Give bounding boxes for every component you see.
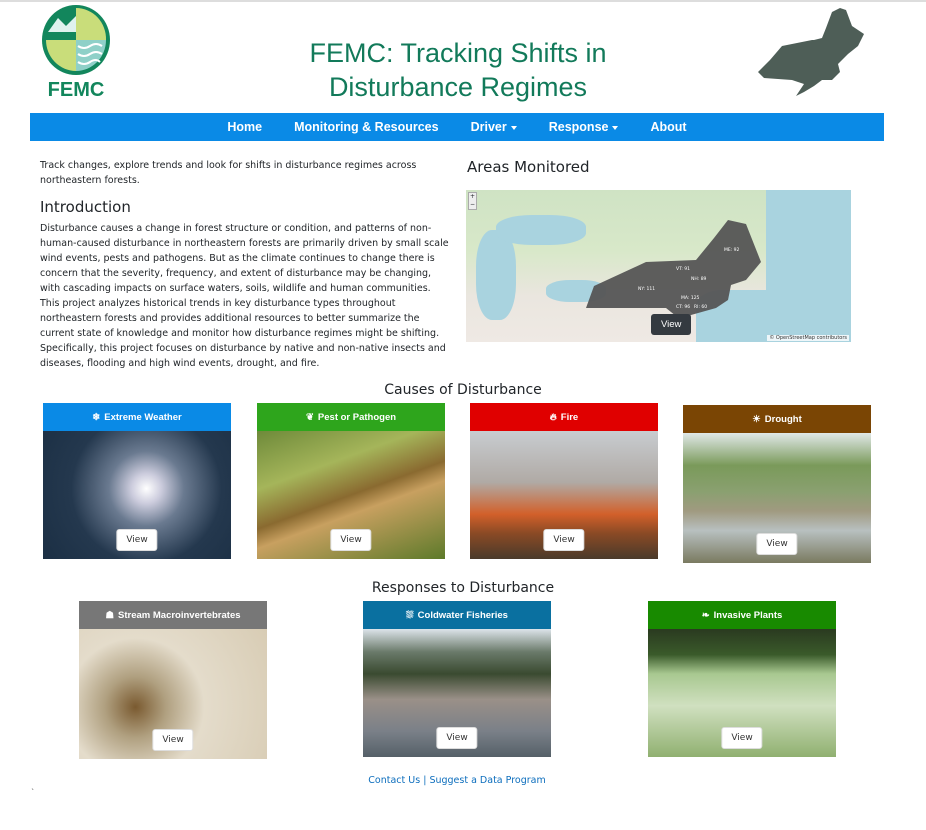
northeast-region-map-icon — [758, 8, 864, 96]
card-title: Extreme Weather — [104, 411, 182, 423]
map-view-button[interactable]: View — [651, 314, 692, 335]
view-button[interactable]: View — [116, 529, 158, 551]
nav-home[interactable]: Home — [211, 120, 278, 134]
areas-map[interactable]: ME: 92 VT: 91 NH: 89 NY: 111 MA: 125 CT:… — [466, 190, 851, 342]
nav-about[interactable]: About — [634, 120, 702, 134]
nav-monitoring-resources[interactable]: Monitoring & Resources — [278, 120, 454, 134]
card-title: Stream Macroinvertebrates — [118, 609, 241, 621]
card-stream-macroinvertebrates[interactable]: ☗ Stream Macroinvertebrates View — [79, 601, 267, 759]
nav-response-label: Response — [548, 120, 609, 134]
footer: Contact Us | Suggest a Data Program — [0, 775, 914, 786]
intro-heading: Introduction — [40, 198, 131, 216]
sprout-icon: ❧ — [701, 609, 710, 621]
view-button[interactable]: View — [756, 533, 798, 555]
card-fire[interactable]: 🔥︎ Fire View — [470, 403, 658, 559]
state-label: NH: 89 — [691, 277, 707, 282]
snowflake-icon: ❄ — [92, 411, 101, 423]
state-label: CT: 96 — [676, 305, 691, 310]
river-image: View — [363, 629, 551, 757]
map-attribution[interactable]: © OpenStreetMap contributors — [767, 335, 849, 341]
nav-driver-label: Driver — [470, 120, 507, 134]
leaf-bug-icon: ❦ — [305, 411, 314, 423]
view-button[interactable]: View — [721, 727, 763, 749]
view-button[interactable]: View — [152, 729, 194, 751]
card-invasive-plants[interactable]: ❧ Invasive Plants View — [648, 601, 836, 757]
causes-heading: Causes of Disturbance — [384, 382, 542, 398]
stray-character: ` — [31, 788, 35, 797]
card-title: Pest or Pathogen — [317, 411, 397, 423]
map-zoom-control[interactable]: + − — [468, 192, 477, 210]
view-button[interactable]: View — [330, 529, 372, 551]
nav-response-dropdown[interactable]: Response — [533, 120, 635, 134]
card-pest-or-pathogen[interactable]: ❦ Pest or Pathogen View — [257, 403, 445, 559]
caterpillar-image: View — [257, 431, 445, 559]
suggest-data-program-link[interactable]: Suggest a Data Program — [429, 775, 545, 786]
card-title: Fire — [560, 411, 579, 423]
femc-logo[interactable]: FEMC — [40, 4, 112, 100]
svg-text:FEMC: FEMC — [48, 79, 105, 100]
hurricane-image: View — [43, 431, 231, 559]
state-label: RI: 60 — [694, 305, 708, 310]
page-title: FEMC: Tracking Shifts in Disturbance Regi… — [250, 36, 666, 104]
state-label: ME: 92 — [724, 248, 740, 253]
caret-down-icon — [510, 125, 517, 130]
view-button[interactable]: View — [436, 727, 478, 749]
state-label: MA: 125 — [681, 296, 700, 301]
main-nav: Home Monitoring & Resources Driver Respo… — [30, 113, 884, 141]
fire-image: View — [470, 431, 658, 559]
drought-image: View — [683, 433, 871, 563]
card-title: Invasive Plants — [713, 609, 783, 621]
responses-heading: Responses to Disturbance — [371, 580, 555, 596]
card-drought[interactable]: ☀ Drought View — [683, 405, 871, 563]
areas-monitored-heading: Areas Monitored — [467, 158, 590, 176]
caret-down-icon — [612, 125, 619, 130]
title-line-1: FEMC: Tracking Shifts in — [309, 38, 607, 68]
macroinvertebrates-image: View — [79, 629, 267, 759]
footer-separator: | — [423, 775, 427, 786]
intro-text: Disturbance causes a change in forest st… — [40, 223, 449, 369]
card-coldwater-fisheries[interactable]: ⛆ Coldwater Fisheries View — [363, 601, 551, 757]
state-label: VT: 91 — [676, 267, 691, 272]
sun-icon: ☀ — [752, 413, 761, 425]
card-title: Coldwater Fisheries — [417, 609, 508, 621]
fire-icon: 🔥︎ — [549, 411, 557, 423]
fish-icon: ⛆ — [406, 609, 414, 621]
card-extreme-weather[interactable]: ❄ Extreme Weather View — [43, 403, 231, 559]
tagline: Track changes, explore trends and look f… — [40, 160, 417, 186]
state-label: NY: 111 — [638, 287, 656, 292]
invasive-plants-image: View — [648, 629, 836, 757]
view-button[interactable]: View — [543, 529, 585, 551]
nav-driver-dropdown[interactable]: Driver — [455, 120, 533, 134]
card-title: Drought — [764, 413, 802, 425]
insect-icon: ☗ — [105, 609, 115, 621]
contact-us-link[interactable]: Contact Us — [368, 775, 420, 786]
title-line-2: Disturbance Regimes — [328, 72, 588, 102]
